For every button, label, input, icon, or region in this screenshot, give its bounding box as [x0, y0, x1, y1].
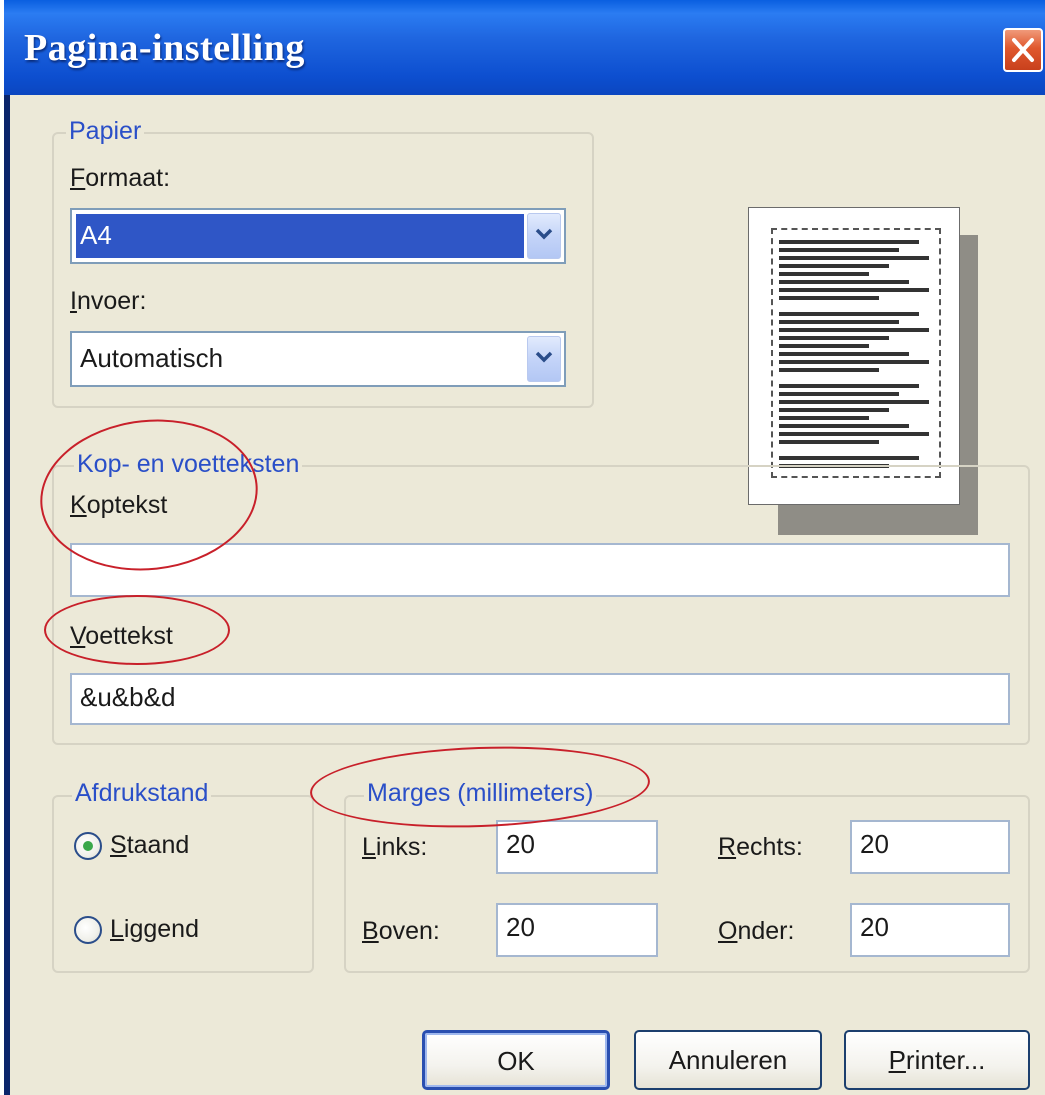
margins-legend: Marges (millimeters) [364, 779, 597, 808]
margin-bottom-label-rest: nder: [737, 917, 795, 945]
margin-left-input[interactable]: 20 [496, 820, 658, 874]
portrait-label-rest: taand [126, 831, 190, 859]
feed-label: Invoer: [70, 287, 146, 316]
landscape-label-accelerator: L [110, 915, 124, 943]
footer-label-rest: oettekst [85, 622, 173, 650]
portrait-radio[interactable] [74, 832, 102, 860]
headers-footers-legend: Kop- en voetteksten [74, 450, 303, 479]
margin-bottom-accelerator: O [718, 917, 738, 945]
feed-select[interactable]: Automatisch [70, 331, 566, 387]
dialog-title: Pagina-instelling [24, 27, 305, 69]
margin-bottom-input[interactable]: 20 [850, 903, 1010, 957]
landscape-label-rest: iggend [123, 915, 199, 943]
title-bar[interactable]: Pagina-instelling [4, 0, 1045, 95]
margin-left-label-rest: inks: [375, 833, 428, 861]
margin-top-label: Boven: [362, 917, 440, 946]
footer-input[interactable]: &u&b&d [70, 673, 1010, 725]
landscape-radio[interactable] [74, 916, 102, 944]
portrait-label[interactable]: Staand [110, 831, 189, 860]
margin-bottom-label: Onder: [718, 917, 794, 946]
feed-label-accelerator: I [70, 287, 77, 315]
format-select-value: A4 [76, 214, 524, 258]
chevron-down-icon [535, 351, 553, 363]
format-label-accelerator: F [70, 164, 86, 192]
format-dropdown-button[interactable] [527, 213, 561, 259]
margin-top-input[interactable]: 20 [496, 903, 658, 957]
feed-dropdown-button[interactable] [527, 336, 561, 382]
page-preview [748, 207, 960, 505]
paper-legend: Papier [66, 117, 145, 146]
header-label-accelerator: K [70, 491, 87, 519]
format-label: Formaat: [70, 164, 170, 193]
format-select[interactable]: A4 [70, 208, 566, 264]
footer-label: Voettekst [70, 622, 173, 651]
margin-top-label-rest: oven: [378, 917, 440, 945]
landscape-label[interactable]: Liggend [110, 915, 199, 944]
close-button[interactable] [1003, 28, 1043, 72]
orientation-group [52, 795, 314, 973]
margin-right-input[interactable]: 20 [850, 820, 1010, 874]
margin-right-label-rest: echts: [736, 833, 803, 861]
orientation-legend: Afdrukstand [72, 779, 212, 808]
footer-label-accelerator: V [70, 622, 86, 650]
chevron-down-icon [535, 228, 553, 240]
margin-right-accelerator: R [718, 833, 737, 861]
margin-top-accelerator: B [362, 917, 379, 945]
margin-left-label: Links: [362, 833, 427, 862]
printer-button-rest: rinter... [905, 1045, 986, 1075]
format-label-rest: ormaat: [85, 164, 171, 192]
header-label: Koptekst [70, 491, 167, 520]
margin-left-accelerator: L [362, 833, 376, 861]
cancel-button[interactable]: Annuleren [634, 1030, 822, 1090]
header-input[interactable] [70, 543, 1010, 597]
portrait-label-accelerator: S [110, 831, 127, 859]
portrait-radio-dot [83, 841, 93, 851]
dialog-body: Papier Formaat: A4 Invoer: Automatisch K… [10, 95, 1045, 1095]
ok-button[interactable]: OK [422, 1030, 610, 1090]
feed-label-rest: nvoer: [76, 287, 147, 315]
printer-accelerator: P [888, 1045, 906, 1075]
page-setup-dialog: Pagina-instelling Papier Formaat: A4 Inv… [4, 0, 1045, 1095]
header-label-rest: optekst [86, 491, 168, 519]
margin-right-label: Rechts: [718, 833, 803, 862]
close-icon [1012, 38, 1034, 62]
printer-button[interactable]: Printer... [844, 1030, 1030, 1090]
feed-select-value: Automatisch [80, 343, 224, 373]
